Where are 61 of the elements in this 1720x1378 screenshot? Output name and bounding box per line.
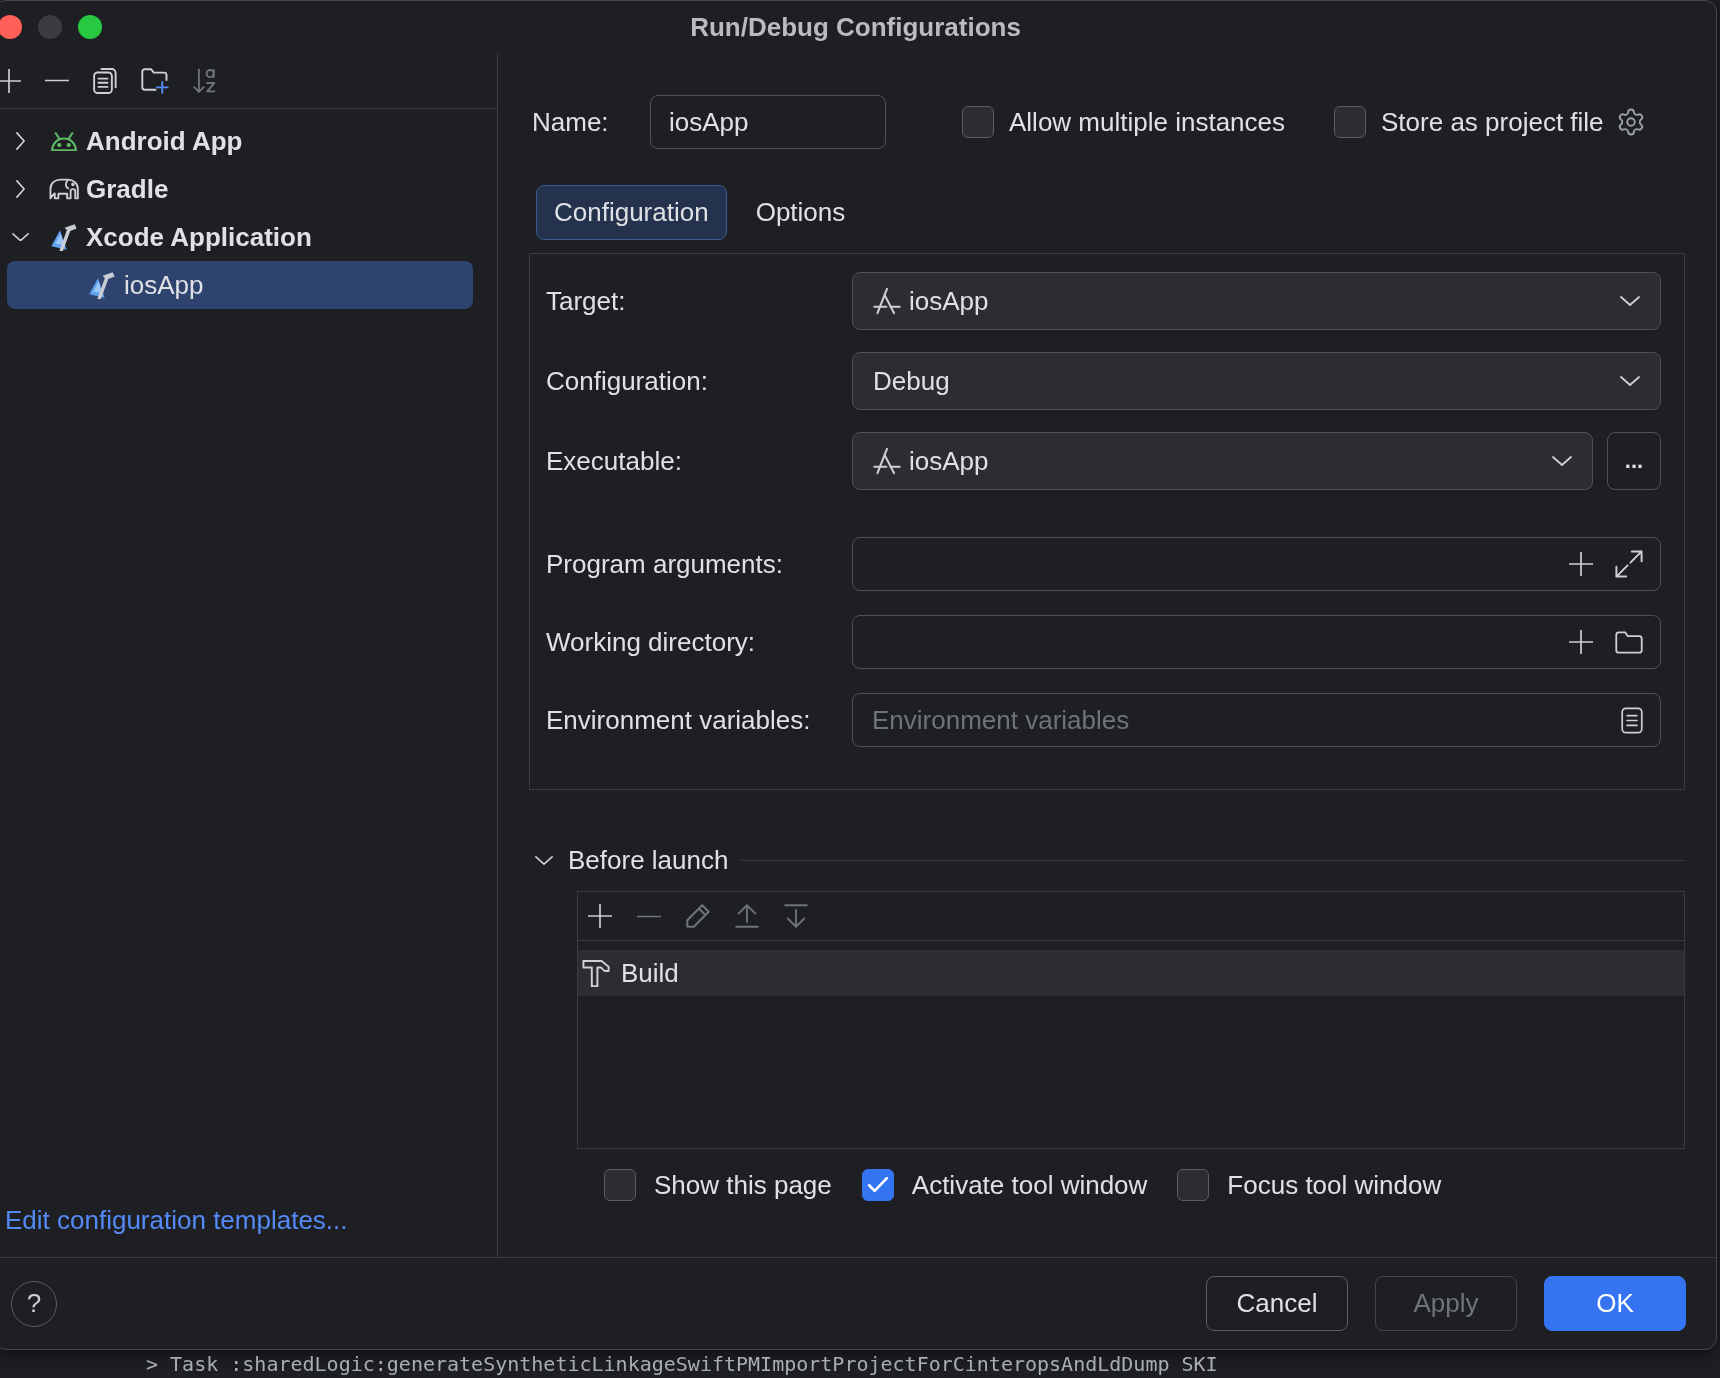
caret-icon (1620, 376, 1640, 386)
checkbox[interactable] (861, 1169, 894, 1201)
elephant-icon (48, 178, 80, 200)
dialog-button[interactable]: Cancel (1206, 1276, 1348, 1331)
copy-icon[interactable] (93, 67, 117, 94)
close-icon[interactable] (0, 15, 22, 39)
field-label: Target: (546, 285, 626, 317)
section-title: Before launch (568, 844, 729, 876)
checkbox[interactable] (604, 1169, 636, 1201)
name-field[interactable]: iosApp (650, 95, 886, 149)
hammer-blueprint-icon (50, 223, 78, 251)
checkbox-label: Allow multiple instances (1009, 106, 1285, 138)
zoom-icon[interactable] (78, 15, 102, 39)
checkbox[interactable] (962, 106, 994, 138)
text-field[interactable] (852, 537, 1661, 591)
list-icon[interactable] (1621, 706, 1643, 734)
tree-item[interactable]: Gradle (7, 165, 473, 213)
dialog-button[interactable]: OK (1544, 1276, 1686, 1331)
caret-icon (1552, 456, 1572, 466)
checkbox-label: Show this page (654, 1169, 832, 1201)
text-field[interactable] (852, 615, 1661, 669)
field-label: Executable: (546, 445, 682, 477)
checkbox-label: Activate tool window (911, 1169, 1148, 1201)
checkbox[interactable] (1177, 1169, 1210, 1201)
templates-link[interactable]: Edit configuration templates... (5, 1205, 348, 1235)
tree-item[interactable]: Xcode Application (7, 213, 473, 261)
dropdown[interactable]: Debug (852, 352, 1661, 410)
plus-icon[interactable] (0, 68, 21, 93)
folder-icon[interactable] (1615, 630, 1643, 654)
check-icon (867, 1177, 888, 1193)
name-label: Name: (532, 106, 609, 138)
tab[interactable]: Configuration (536, 185, 727, 240)
checkbox[interactable] (1334, 106, 1366, 138)
plus-icon[interactable] (1569, 552, 1593, 576)
chevron-right-icon[interactable] (15, 132, 25, 150)
folder-plus-icon[interactable] (141, 67, 169, 94)
expand-icon[interactable] (1615, 550, 1643, 578)
tab[interactable]: Options (737, 185, 864, 240)
chevron-down-icon[interactable] (535, 855, 553, 865)
task-item[interactable]: Build (578, 950, 1684, 996)
hammer-blueprint-icon (88, 271, 116, 299)
field-label: Environment variables: (546, 704, 811, 736)
console-line: > Task :sharedLogic:generateSyntheticLinkageSwiftPMImportProjectForCinteropsAndLdDump SKI (146, 1351, 1218, 1377)
field-label: Configuration: (546, 365, 708, 397)
window-title: Run/Debug Configurations (690, 11, 1021, 43)
chevron-right-icon[interactable] (15, 180, 25, 198)
field-label: Working directory: (546, 626, 756, 658)
caret-icon (1620, 296, 1640, 306)
tree-item[interactable]: Android App (7, 117, 473, 165)
plus-icon[interactable] (588, 904, 612, 928)
tree-item[interactable]: iosApp (7, 261, 473, 309)
hammer-icon (582, 959, 610, 987)
android-icon (51, 131, 77, 151)
browse-button[interactable]: ... (1607, 432, 1661, 490)
checkbox-label: Focus tool window (1227, 1169, 1442, 1201)
plus-icon[interactable] (1569, 630, 1593, 654)
chevron-down-icon[interactable] (11, 232, 29, 242)
checkbox-label: Store as project file (1381, 106, 1604, 138)
dropdown[interactable]: iosApp (852, 272, 1661, 330)
field-label: Program arguments: (546, 548, 783, 580)
dropdown[interactable]: iosApp (852, 432, 1593, 490)
